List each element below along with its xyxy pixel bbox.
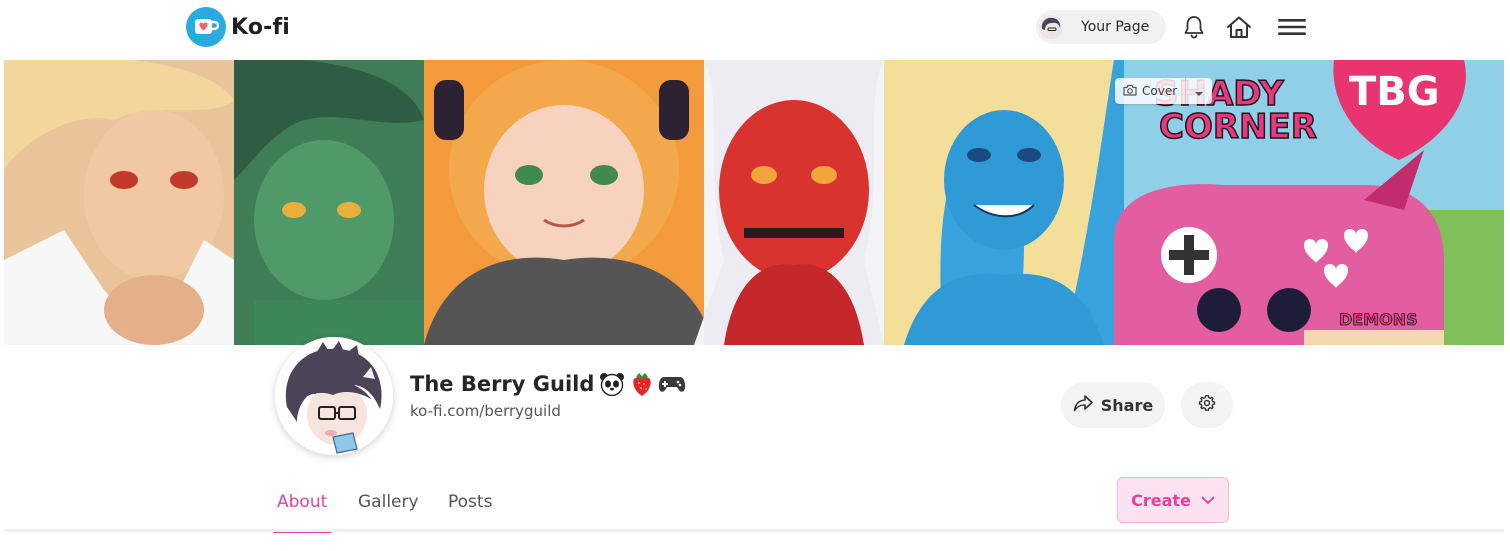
cover-artwork: SHADY CORNER TBG DEMONS: [4, 60, 1504, 345]
profile-tabs: About Gallery Posts: [0, 480, 1510, 534]
page-url[interactable]: ko-fi.com/berryguild: [410, 402, 561, 420]
chevron-down-icon: [1201, 496, 1215, 505]
share-label: Share: [1100, 395, 1154, 415]
page-name-text: The Berry Guild: [410, 372, 595, 396]
caret-down-icon: [1194, 82, 1204, 101]
share-button[interactable]: Share: [1061, 382, 1165, 428]
kofi-logo[interactable]: Ko-fi: [186, 7, 290, 47]
tabs-divider: [4, 529, 1504, 532]
camera-icon: [1123, 84, 1137, 99]
cover-art-text-corner: CORNER: [1159, 107, 1317, 147]
cover-button-label: Cover: [1142, 84, 1178, 98]
settings-button[interactable]: [1181, 382, 1233, 428]
cover-art-text-demons: DEMONS: [1339, 310, 1418, 329]
your-page-button[interactable]: Your Page: [1036, 10, 1166, 44]
create-label: Create: [1131, 490, 1191, 510]
home-icon[interactable]: [1225, 13, 1253, 41]
share-icon: [1073, 394, 1093, 416]
tab-about[interactable]: About: [277, 492, 327, 512]
cover-dropdown-toggle[interactable]: [1185, 78, 1212, 104]
tab-gallery[interactable]: Gallery: [358, 492, 419, 512]
menu-icon[interactable]: [1276, 13, 1308, 41]
cover-button[interactable]: Cover: [1115, 78, 1185, 104]
cover-button-group: Cover: [1115, 78, 1213, 104]
cover-art-text-tbg: TBG: [1349, 69, 1440, 115]
strawberry-emoji-icon: [628, 371, 656, 397]
tab-posts[interactable]: Posts: [448, 492, 492, 512]
panda-emoji-icon: [598, 371, 626, 397]
bell-icon[interactable]: [1180, 13, 1208, 41]
page-title: The Berry Guild: [410, 371, 686, 397]
your-page-label: Your Page: [1081, 19, 1150, 35]
top-navbar: Ko-fi Your Page: [0, 0, 1510, 56]
page-name-emojis: [596, 371, 686, 397]
create-button[interactable]: Create: [1117, 477, 1229, 523]
gear-icon: [1198, 394, 1216, 416]
kofi-cup-icon: [186, 7, 226, 47]
avatar: [1039, 15, 1063, 39]
gamepad-emoji-icon: [658, 371, 686, 397]
profile-avatar[interactable]: [275, 337, 393, 455]
cover-image: SHADY CORNER TBG DEMONS Cover: [4, 60, 1504, 345]
brand-name: Ko-fi: [231, 14, 291, 40]
